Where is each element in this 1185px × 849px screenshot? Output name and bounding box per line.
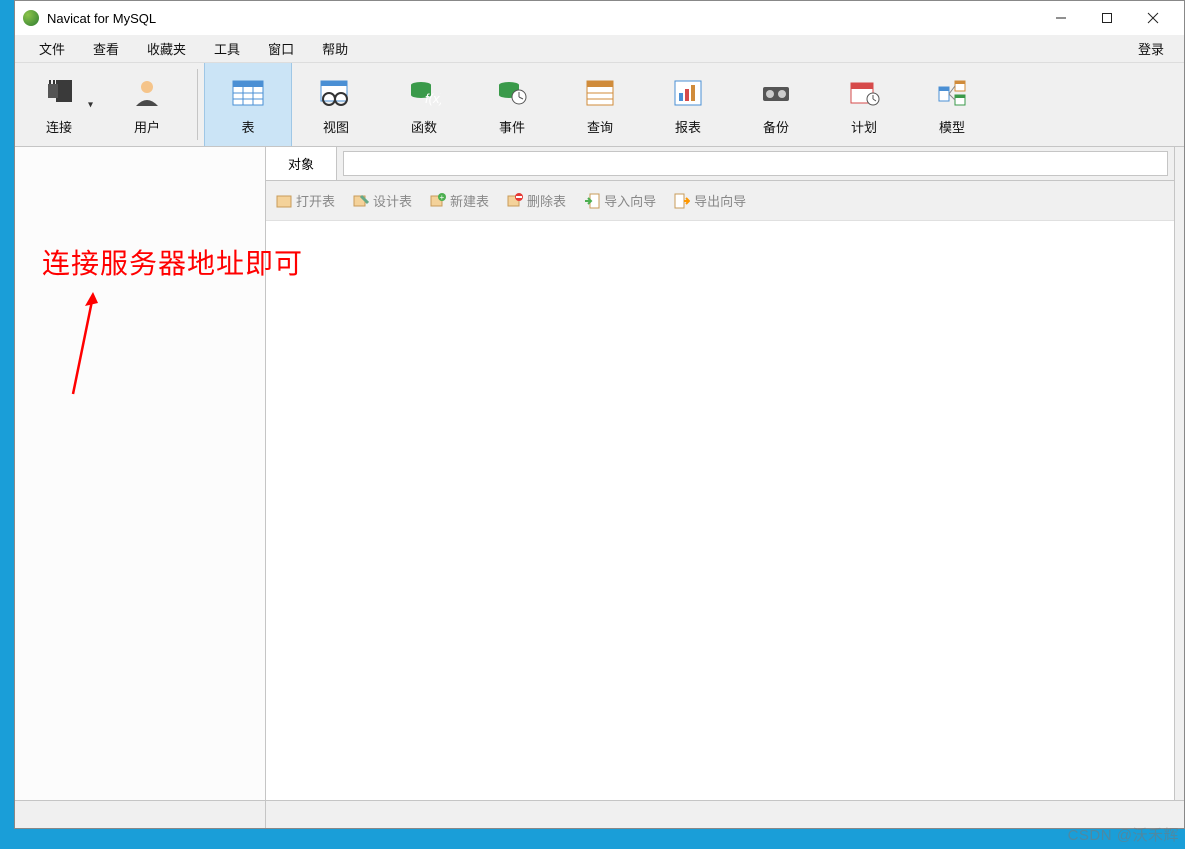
titlebar: Navicat for MySQL [15, 1, 1184, 35]
table-button[interactable]: 表 [204, 63, 292, 146]
event-label: 事件 [499, 117, 525, 136]
main-panel: 对象 打开表 设计表 + 新建表 删除表 [266, 147, 1174, 800]
menubar: 文件 查看 收藏夹 工具 窗口 帮助 登录 [15, 35, 1184, 63]
statusbar-left [15, 801, 266, 828]
connect-label: 连接 [46, 117, 72, 136]
user-label: 用户 [134, 117, 160, 136]
schedule-label: 计划 [851, 117, 877, 136]
export-wizard-button[interactable]: 导出向导 [674, 191, 746, 210]
query-icon [583, 73, 617, 113]
design-table-icon [353, 193, 369, 209]
connect-button[interactable]: 连接 ▾ [15, 63, 103, 146]
model-button[interactable]: 模型 [908, 63, 996, 146]
open-table-label: 打开表 [296, 191, 335, 210]
import-wizard-label: 导入向导 [604, 191, 656, 210]
design-table-button[interactable]: 设计表 [353, 191, 412, 210]
annotation-arrow-icon [65, 292, 105, 402]
schedule-button[interactable]: 计划 [820, 63, 908, 146]
menu-window[interactable]: 窗口 [254, 35, 308, 62]
connection-tree[interactable] [15, 147, 266, 800]
import-wizard-button[interactable]: 导入向导 [584, 191, 656, 210]
tab-objects-label: 对象 [288, 154, 314, 173]
model-icon [935, 73, 969, 113]
query-button[interactable]: 查询 [556, 63, 644, 146]
event-button[interactable]: 事件 [468, 63, 556, 146]
design-table-label: 设计表 [373, 191, 412, 210]
minimize-button[interactable] [1038, 3, 1084, 33]
view-label: 视图 [323, 117, 349, 136]
backup-icon [759, 73, 793, 113]
app-window: Navicat for MySQL 文件 查看 收藏夹 工具 窗口 帮助 登录 [14, 0, 1185, 829]
backup-button[interactable]: 备份 [732, 63, 820, 146]
menu-help[interactable]: 帮助 [308, 35, 362, 62]
import-icon [584, 193, 600, 209]
report-icon [671, 73, 705, 113]
app-title: Navicat for MySQL [47, 11, 156, 26]
menu-favorite[interactable]: 收藏夹 [133, 35, 200, 62]
backup-label: 备份 [763, 117, 789, 136]
delete-table-icon [507, 193, 523, 209]
new-table-icon: + [430, 193, 446, 209]
new-table-label: 新建表 [450, 191, 489, 210]
menu-tools[interactable]: 工具 [200, 35, 254, 62]
table-label: 表 [241, 117, 254, 136]
new-table-button[interactable]: + 新建表 [430, 191, 489, 210]
view-icon [319, 73, 353, 113]
tabbar: 对象 [266, 147, 1174, 181]
user-icon [130, 73, 164, 113]
workspace [266, 221, 1174, 800]
function-label: 函数 [411, 117, 437, 136]
maximize-icon [1101, 12, 1113, 24]
export-icon [674, 193, 690, 209]
content-area: 对象 打开表 设计表 + 新建表 删除表 [15, 147, 1184, 800]
delete-table-label: 删除表 [527, 191, 566, 210]
function-button[interactable]: f(x) 函数 [380, 63, 468, 146]
function-icon: f(x) [407, 73, 441, 113]
user-button[interactable]: 用户 [103, 63, 191, 146]
app-icon [23, 10, 39, 26]
open-table-icon [276, 193, 292, 209]
open-table-button[interactable]: 打开表 [276, 191, 335, 210]
statusbar [15, 800, 1184, 828]
table-icon [231, 73, 265, 113]
actionbar: 打开表 设计表 + 新建表 删除表 导入向导 [266, 181, 1174, 221]
menu-file[interactable]: 文件 [25, 35, 79, 62]
view-button[interactable]: 视图 [292, 63, 380, 146]
login-button[interactable]: 登录 [1128, 35, 1174, 62]
model-label: 模型 [939, 117, 965, 136]
query-label: 查询 [587, 117, 613, 136]
minimize-icon [1055, 12, 1067, 24]
svg-text:+: + [440, 193, 445, 202]
close-icon [1147, 12, 1159, 24]
report-label: 报表 [675, 117, 701, 136]
schedule-icon [847, 73, 881, 113]
toolbar: 连接 ▾ 用户 表 视图 [15, 63, 1184, 147]
maximize-button[interactable] [1084, 3, 1130, 33]
close-button[interactable] [1130, 3, 1176, 33]
export-wizard-label: 导出向导 [694, 191, 746, 210]
delete-table-button[interactable]: 删除表 [507, 191, 566, 210]
tab-objects[interactable]: 对象 [266, 147, 337, 180]
path-input[interactable] [343, 151, 1168, 176]
report-button[interactable]: 报表 [644, 63, 732, 146]
right-panel-collapsed[interactable] [1174, 147, 1184, 800]
event-icon [495, 73, 529, 113]
plug-icon [42, 73, 76, 113]
chevron-down-icon: ▾ [88, 99, 93, 110]
menu-view[interactable]: 查看 [79, 35, 133, 62]
toolbar-divider [197, 69, 198, 140]
svg-text:f(x): f(x) [425, 91, 441, 106]
